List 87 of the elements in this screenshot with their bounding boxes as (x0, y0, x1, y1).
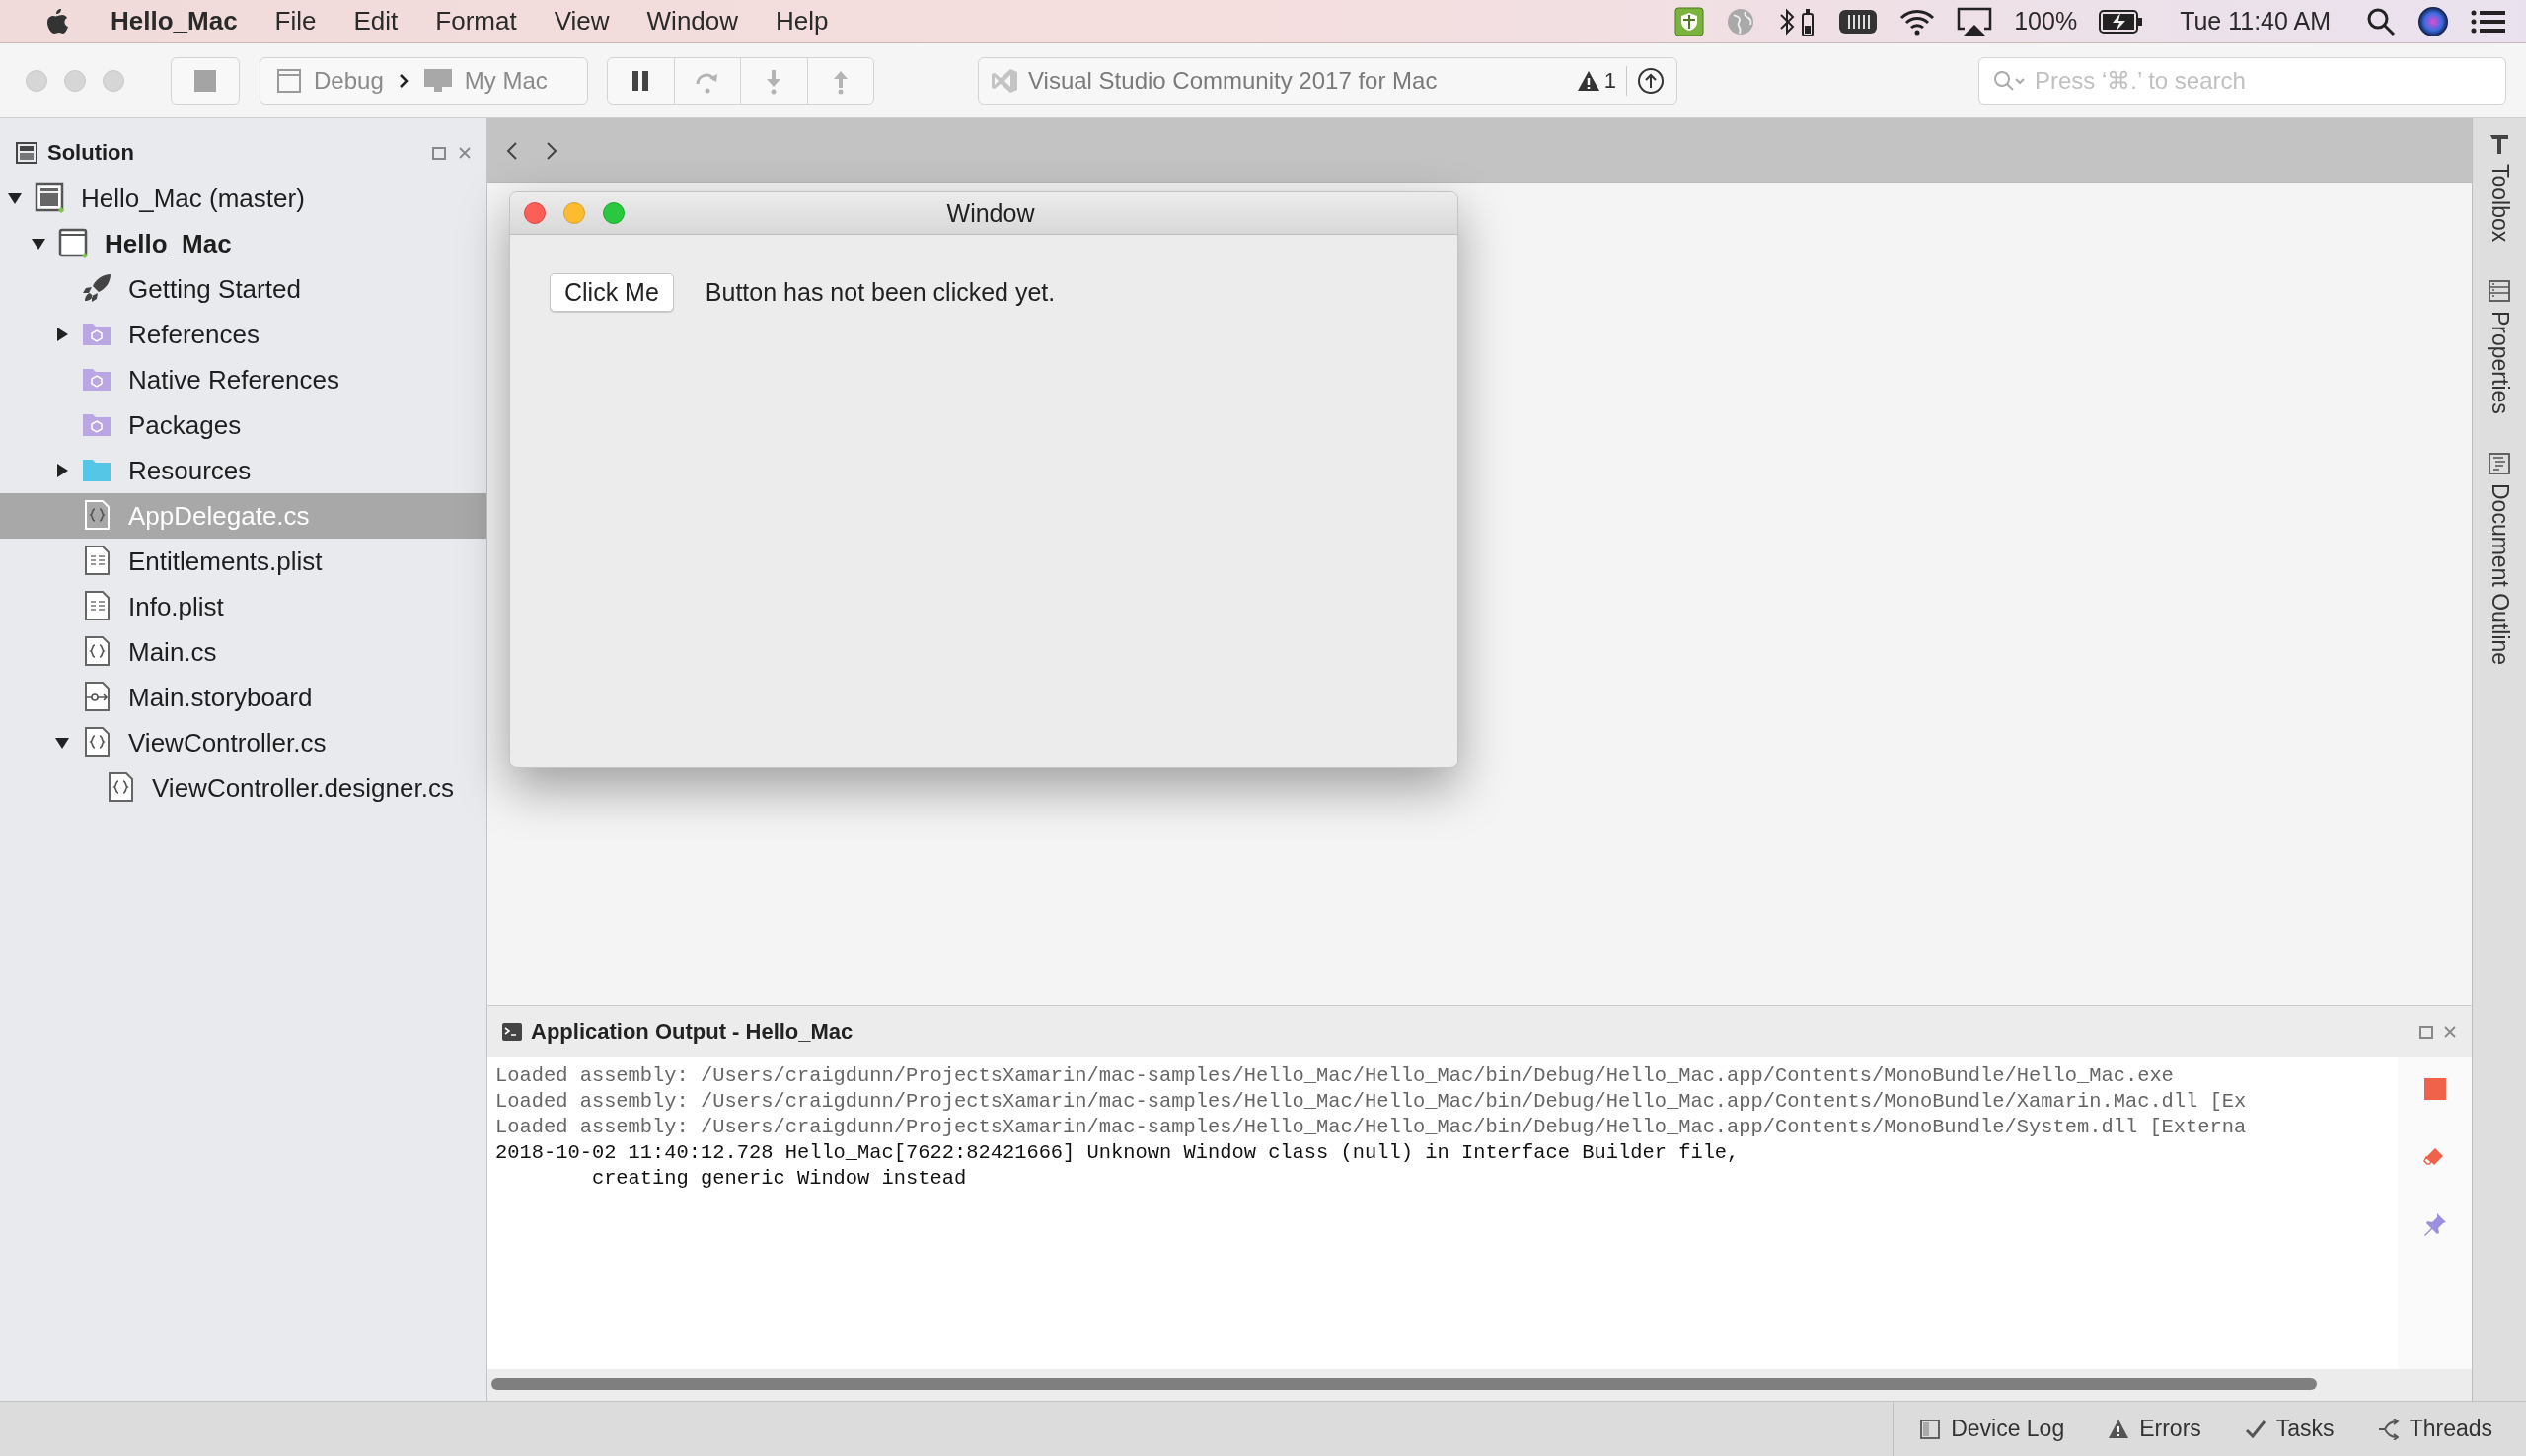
threads-button[interactable]: Threads (2377, 1416, 2492, 1442)
properties-icon (2488, 279, 2511, 304)
status-text: Visual Studio Community 2017 for Mac (1028, 66, 1439, 95)
siri-icon[interactable] (2417, 5, 2449, 37)
vs-logo-icon (991, 66, 1018, 95)
shield-icon[interactable] (1674, 6, 1705, 36)
app-menu[interactable]: Hello_Mac (111, 6, 238, 36)
menu-bar-clock[interactable]: Tue 11:40 AM (2180, 7, 2331, 36)
tree-item[interactable]: Getting Started (0, 266, 486, 312)
warning-icon (2108, 1418, 2130, 1440)
device-log-button[interactable]: Device Log (1919, 1416, 2065, 1442)
maximize-icon[interactable] (2418, 1024, 2434, 1040)
tree-item[interactable]: Entitlements.plist (0, 539, 486, 584)
close-button[interactable] (524, 202, 546, 224)
log-line: Loaded assembly: /Users/craigdunn/ProjectsXamarin/mac-samples/Hello_Mac/Hello_Mac/bin/Debug/Hello_Mac.app/Contents/MonoBundle/Xamarin.Mac.dll [Ex (495, 1090, 2247, 1113)
monitor-icon (422, 67, 453, 94)
disclosure-triangle-icon[interactable] (7, 190, 23, 206)
side-tab[interactable]: Properties (2486, 279, 2513, 415)
tree-item[interactable]: Packages (0, 402, 486, 448)
search-field[interactable]: Press ‘⌘.’ to search (1978, 56, 2506, 105)
maximize-icon[interactable] (431, 145, 447, 161)
search-icon[interactable] (2366, 6, 2396, 36)
apple-logo-icon[interactable] (45, 7, 69, 36)
log-line: Loaded assembly: /Users/craigdunn/ProjectsXamarin/mac-samples/Hello_Mac/Hello_Mac/bin/Debug/Hello_Mac.app/Contents/MonoBundle/System.dll [Externa (495, 1116, 2247, 1138)
list-icon[interactable] (2471, 8, 2506, 35)
disclosure-triangle-icon[interactable] (31, 236, 46, 252)
wifi-icon[interactable] (1899, 7, 1936, 36)
status-label: Button has not been clicked yet. (705, 278, 1056, 307)
menu-item[interactable]: File (274, 6, 317, 36)
tree-item[interactable]: Hello_Mac (master) (0, 176, 486, 221)
chevron-right-icon (546, 140, 557, 161)
tree-item[interactable]: Main.storyboard (0, 675, 486, 720)
disclosure-triangle-icon[interactable] (54, 735, 70, 751)
chevron-icon (397, 71, 409, 90)
pad-title: Application Output - Hello_Mac (531, 1019, 854, 1045)
close-icon[interactable] (457, 145, 473, 161)
disclosure-triangle-icon[interactable] (54, 463, 70, 478)
menu-item[interactable]: Format (435, 6, 517, 36)
pad-title: Solution (47, 140, 135, 166)
device-log-icon (1919, 1418, 1942, 1440)
warning-icon (1576, 69, 1600, 92)
solution-icon (34, 182, 67, 215)
battery-charging-icon[interactable] (2099, 7, 2145, 36)
minimize-button[interactable] (563, 202, 585, 224)
terminal-icon (501, 1022, 523, 1042)
tree-item[interactable]: Resources (0, 448, 486, 493)
tree-item[interactable]: ViewController.designer.cs (0, 765, 486, 811)
tree-item[interactable]: Info.plist (0, 584, 486, 629)
warnings-button[interactable]: 1 (1576, 65, 1627, 96)
tree-item[interactable]: Hello_Mac (0, 221, 486, 266)
errors-button[interactable]: Errors (2108, 1416, 2201, 1442)
stop-icon[interactable] (2422, 1077, 2447, 1101)
battery-percentage: 100% (2014, 7, 2078, 36)
side-tab[interactable]: Toolbox (2486, 132, 2513, 243)
tree-item[interactable]: References (0, 312, 486, 357)
checkmark-icon (2244, 1418, 2266, 1440)
menu-item[interactable]: Help (776, 6, 829, 36)
menu-item[interactable]: View (554, 6, 610, 36)
log-line: 2018-10-02 11:40:12.728 Hello_Mac[7622:82421666] Unknown Window class (null) in Interface Builder file, (495, 1141, 1740, 1164)
airplay-icon[interactable] (1957, 6, 1993, 36)
log-line: creating generic Window instead (590, 1167, 967, 1190)
stop-icon (192, 67, 218, 94)
upload-icon[interactable] (1637, 66, 1665, 95)
zoom-button[interactable] (603, 202, 625, 224)
stop-button[interactable] (171, 56, 240, 105)
window-title: Window (946, 198, 1035, 228)
window-icon (276, 67, 302, 94)
globe-icon[interactable] (1726, 6, 1756, 36)
project-icon (57, 227, 91, 260)
tree-item[interactable]: Native References (0, 357, 486, 402)
pad-icon (16, 142, 37, 164)
threads-icon (2377, 1418, 2400, 1440)
chevron-left-icon (506, 140, 518, 161)
tasks-button[interactable]: Tasks (2244, 1416, 2335, 1442)
outline-icon (2488, 452, 2511, 476)
menu-item[interactable]: Window (646, 6, 739, 36)
close-icon[interactable] (2442, 1024, 2458, 1040)
hammer-icon (2488, 132, 2511, 156)
side-tab[interactable]: Document Outline (2486, 452, 2513, 666)
menu-item[interactable]: Edit (353, 6, 399, 36)
tree-item[interactable]: Main.cs (0, 629, 486, 675)
push-button[interactable]: Click Me (550, 273, 674, 312)
scrollbar-thumb[interactable] (491, 1378, 2317, 1390)
log-line: Loaded assembly: /Users/craigdunn/ProjectsXamarin/mac-samples/Hello_Mac/Hello_Mac/bin/Debug/Hello_Mac.app/Contents/MonoBundle/Hello_Mac.exe (495, 1064, 2174, 1087)
disclosure-triangle-icon[interactable] (54, 327, 70, 342)
search-icon (1992, 68, 2026, 93)
tree-item[interactable]: ViewController.cs (0, 720, 486, 765)
